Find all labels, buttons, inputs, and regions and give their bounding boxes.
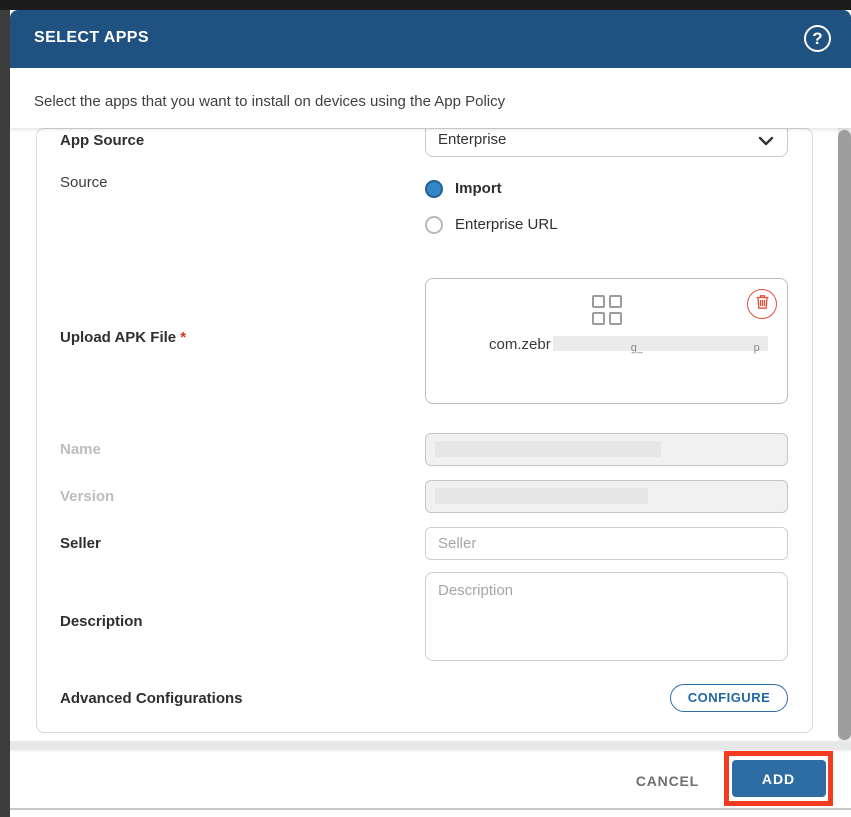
- form-panel: App Source Enterprise Source Import Ente…: [36, 128, 813, 733]
- required-asterisk: *: [180, 329, 186, 346]
- delete-file-button[interactable]: [747, 289, 777, 319]
- app-source-value: Enterprise: [438, 131, 506, 148]
- modal-scrollbar[interactable]: [838, 128, 851, 745]
- backdrop-left: [0, 0, 10, 817]
- radio-enterprise-url-label[interactable]: Enterprise URL: [455, 216, 558, 233]
- redacted-name-value: [435, 441, 661, 457]
- app-source-label: App Source: [60, 132, 144, 149]
- description-field[interactable]: [425, 572, 788, 661]
- modal-scrollbar-thumb[interactable]: [838, 130, 851, 740]
- upload-dropzone[interactable]: com.zebr g_ p: [425, 278, 788, 404]
- cancel-button[interactable]: CANCEL: [636, 773, 699, 789]
- description-label: Description: [60, 613, 143, 630]
- dialog-title: SELECT APPS: [34, 29, 149, 47]
- select-apps-dialog: SELECT APPS ? Select the apps that you w…: [10, 10, 851, 808]
- modal-bottom-edge: [10, 808, 851, 810]
- radio-import-label[interactable]: Import: [455, 180, 502, 197]
- redacted-version-value: [435, 488, 648, 504]
- dialog-subtitle-bar: Select the apps that you want to install…: [10, 68, 851, 128]
- chevron-down-icon: [758, 133, 774, 151]
- uploaded-file-row: com.zebr g_ p: [489, 336, 768, 353]
- uploaded-file-name: com.zebr: [489, 336, 551, 353]
- name-label: Name: [60, 441, 101, 458]
- backdrop-top: [0, 0, 851, 10]
- footer-divider: [10, 741, 851, 750]
- dialog-header: SELECT APPS ?: [10, 10, 851, 68]
- radio-selected-icon[interactable]: [425, 180, 443, 198]
- seller-label: Seller: [60, 535, 101, 552]
- app-placeholder-icon: [592, 295, 622, 325]
- help-icon[interactable]: ?: [804, 25, 831, 52]
- app-source-select[interactable]: Enterprise: [425, 128, 788, 157]
- configure-button[interactable]: CONFIGURE: [670, 684, 788, 712]
- redacted-fragment: g_: [631, 342, 643, 354]
- source-label: Source: [60, 174, 108, 191]
- radio-enterprise-url[interactable]: Enterprise URL: [425, 216, 595, 236]
- seller-field[interactable]: [425, 527, 788, 560]
- radio-unselected-icon[interactable]: [425, 216, 443, 234]
- redacted-filename-area: g_ p: [553, 336, 768, 351]
- upload-apk-label: Upload APK File *: [60, 329, 186, 346]
- dialog-subtitle: Select the apps that you want to install…: [34, 93, 505, 110]
- add-button[interactable]: ADD: [732, 760, 826, 797]
- advanced-configurations-label: Advanced Configurations: [60, 690, 243, 707]
- screen: SELECT APPS ? Select the apps that you w…: [0, 0, 851, 817]
- trash-icon: [755, 294, 770, 315]
- dialog-footer: CANCEL ADD: [10, 755, 851, 808]
- redacted-fragment: p: [754, 342, 760, 354]
- highlight-box: ADD: [724, 751, 833, 806]
- version-label: Version: [60, 488, 114, 505]
- radio-import[interactable]: Import: [425, 180, 545, 200]
